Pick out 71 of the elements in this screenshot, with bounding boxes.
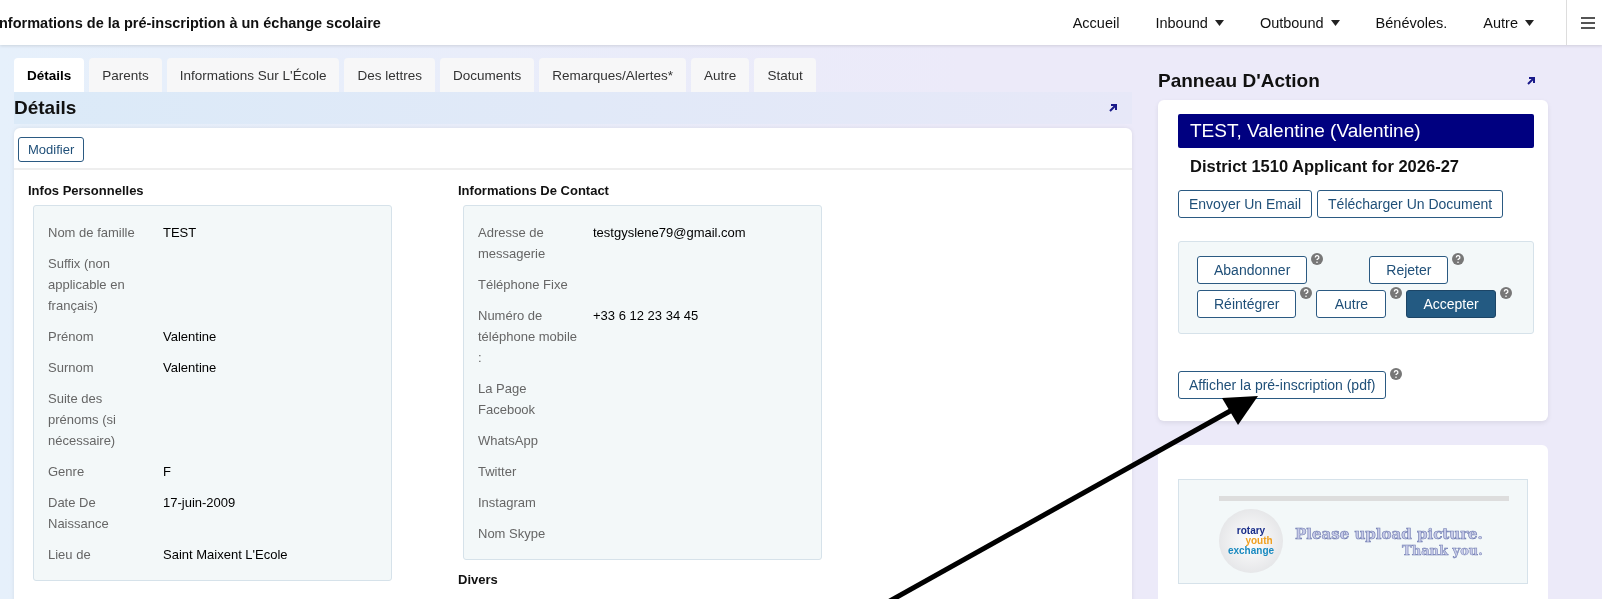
- field-value: F: [163, 463, 171, 481]
- tab[interactable]: Parents: [89, 58, 162, 92]
- help-icon[interactable]: [1311, 253, 1324, 265]
- status-button[interactable]: Accepter: [1406, 290, 1496, 318]
- field-value: 17-juin-2009: [163, 494, 236, 512]
- field-label: Adresse de messagerie: [478, 224, 547, 263]
- tab[interactable]: Documents: [440, 58, 535, 92]
- field-value: Valentine: [163, 328, 217, 346]
- nav-link[interactable]: Accueil: [1072, 14, 1120, 31]
- field-value: Saint Maixent L'Ecole: [163, 546, 288, 564]
- field-label: Surnom: [48, 359, 95, 377]
- status-button[interactable]: Rejeter: [1369, 256, 1449, 284]
- nav-link[interactable]: Outbound: [1259, 14, 1340, 31]
- tab[interactable]: Statut: [754, 58, 816, 92]
- field-label: Lieu de: [48, 546, 92, 564]
- group-title: Infos Personnelles: [28, 183, 145, 198]
- nav-link[interactable]: Autre: [1483, 14, 1534, 31]
- caret-icon: [1214, 19, 1224, 26]
- field-label: Téléphone Fixe: [478, 276, 569, 294]
- panel-title: Panneau D'Action: [1158, 70, 1320, 92]
- field-label: La Page Facebook: [478, 380, 537, 419]
- field-value: +33 6 12 23 34 45: [593, 307, 699, 325]
- status-button[interactable]: Réintégrer: [1197, 290, 1297, 318]
- expand-arrow-icon[interactable]: [1108, 103, 1118, 113]
- help-icon[interactable]: [1452, 253, 1465, 265]
- field-label: Genre: [48, 463, 86, 481]
- edit-button[interactable]: Modifier: [18, 137, 85, 162]
- field-label: Suffix (non applicable en français): [48, 255, 126, 315]
- section-title: Détails: [14, 97, 77, 119]
- field-label: Numéro de téléphone mobile :: [478, 307, 579, 367]
- logo-word: exchange: [1227, 546, 1275, 556]
- tab[interactable]: Informations Sur L'École: [166, 58, 340, 92]
- upload-message: Please upload picture.: [1295, 524, 1483, 543]
- field-value: testgyslene79@gmail.com: [593, 224, 746, 242]
- page-title: nformations de la pré-inscription à un échange scolaire: [0, 14, 381, 31]
- help-icon[interactable]: [1499, 287, 1512, 299]
- logo-word: youth: [1245, 536, 1273, 546]
- status-button[interactable]: Autre: [1316, 290, 1387, 318]
- caret-icon: [1525, 19, 1534, 26]
- field-label: Nom Skype: [478, 525, 547, 543]
- menu-icon[interactable]: [1581, 15, 1595, 30]
- field-value: Valentine: [163, 359, 217, 377]
- student-name-bar: TEST, Valentine (Valentine): [1178, 114, 1534, 148]
- tab[interactable]: Des lettres: [344, 58, 435, 92]
- field-label: Date De Naissance: [48, 494, 110, 533]
- field-label: Suite des prénoms (si nécessaire): [48, 390, 117, 450]
- group-title: Divers: [458, 572, 499, 587]
- pdf-button[interactable]: Afficher la pré-inscription (pdf): [1178, 371, 1387, 399]
- tab[interactable]: Détails: [14, 58, 85, 92]
- field-label: WhatsApp: [478, 432, 539, 450]
- help-icon[interactable]: [1390, 368, 1403, 380]
- field-value: TEST: [163, 224, 197, 242]
- action-button[interactable]: Envoyer Un Email: [1178, 190, 1313, 218]
- logo-word: rotary: [1236, 526, 1266, 536]
- help-icon[interactable]: [1390, 287, 1403, 299]
- thanks-message: Thank you.: [1402, 542, 1483, 558]
- nav-link[interactable]: Bénévoles.: [1375, 14, 1448, 31]
- field-label: Prénom: [48, 328, 95, 346]
- caret-icon: [1330, 19, 1340, 26]
- action-button[interactable]: Télécharger Un Document: [1317, 190, 1504, 218]
- expand-arrow-icon[interactable]: [1526, 76, 1536, 86]
- tab[interactable]: Remarques/Alertes*: [539, 58, 687, 92]
- field-label: Nom de famille: [48, 224, 136, 242]
- group-title: Informations De Contact: [458, 183, 610, 198]
- field-label: Twitter: [478, 463, 518, 481]
- help-icon[interactable]: [1300, 287, 1313, 299]
- field-label: Instagram: [478, 494, 537, 512]
- nav-link[interactable]: Inbound: [1155, 14, 1224, 31]
- applicant-subtitle: District 1510 Applicant for 2026-27: [1190, 157, 1460, 176]
- tab[interactable]: Autre: [691, 58, 750, 92]
- status-button[interactable]: Abandonner: [1197, 256, 1308, 284]
